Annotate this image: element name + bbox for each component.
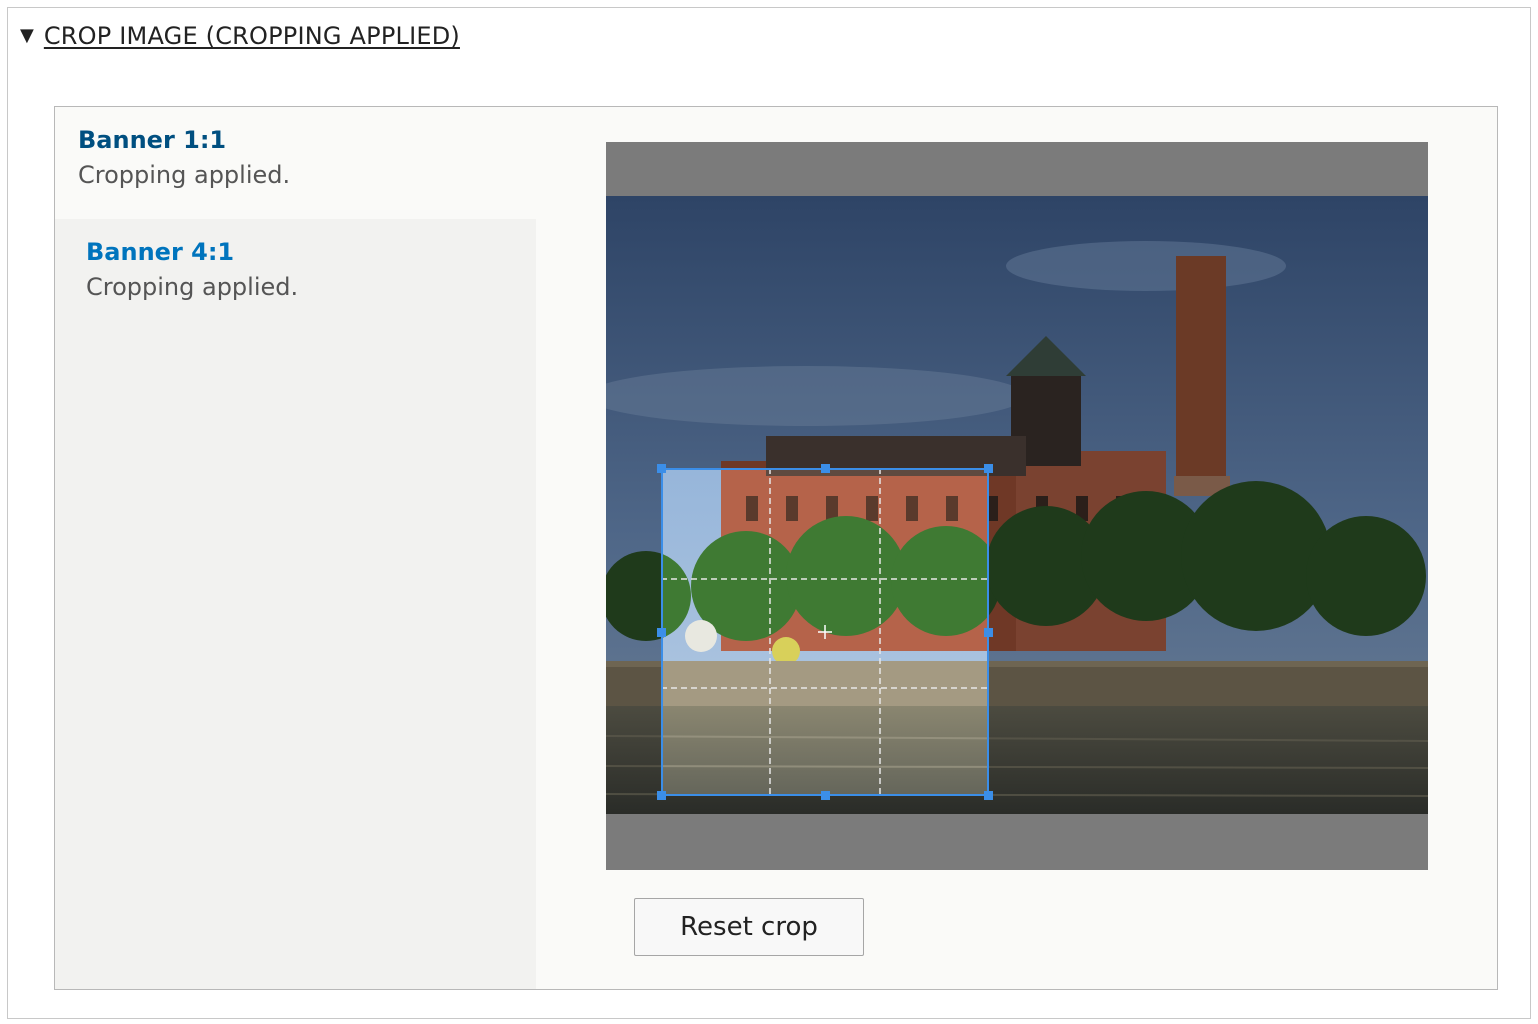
- crop-handle-se[interactable]: [984, 791, 993, 800]
- vertical-tabs-menu: Banner 1:1 Cropping applied. Banner 4:1 …: [55, 107, 536, 989]
- crop-handle-w[interactable]: [657, 628, 666, 637]
- tab-summary: Cropping applied.: [86, 273, 299, 301]
- crop-handle-e[interactable]: [984, 628, 993, 637]
- reset-crop-button[interactable]: Reset crop: [634, 898, 864, 956]
- crop-image-summary-toggle[interactable]: ▼ CROP IMAGE (CROPPING APPLIED): [20, 22, 460, 50]
- crop-photo: [606, 196, 1428, 814]
- tab-title: Banner 4:1: [86, 238, 235, 266]
- crop-handle-s[interactable]: [821, 791, 830, 800]
- crop-image-summary-label: CROP IMAGE (CROPPING APPLIED): [43, 22, 460, 50]
- crop-widget: Banner 1:1 Cropping applied. Banner 4:1 …: [54, 106, 1498, 990]
- crop-stage: [606, 142, 1428, 870]
- tab-title: Banner 1:1: [78, 126, 227, 154]
- tab-banner-4-1[interactable]: Banner 4:1 Cropping applied.: [55, 219, 536, 331]
- crop-handle-sw[interactable]: [657, 791, 666, 800]
- tab-summary: Cropping applied.: [78, 161, 291, 189]
- tab-banner-1-1[interactable]: Banner 1:1 Cropping applied.: [55, 107, 536, 219]
- triangle-down-icon: ▼: [20, 25, 34, 46]
- crop-selection-box[interactable]: [657, 464, 993, 800]
- crop-handle-ne[interactable]: [984, 464, 993, 473]
- crop-handle-nw[interactable]: [657, 464, 666, 473]
- crop-image-details: ▼ CROP IMAGE (CROPPING APPLIED) Banner 1…: [7, 7, 1531, 1019]
- crop-handle-n[interactable]: [821, 464, 830, 473]
